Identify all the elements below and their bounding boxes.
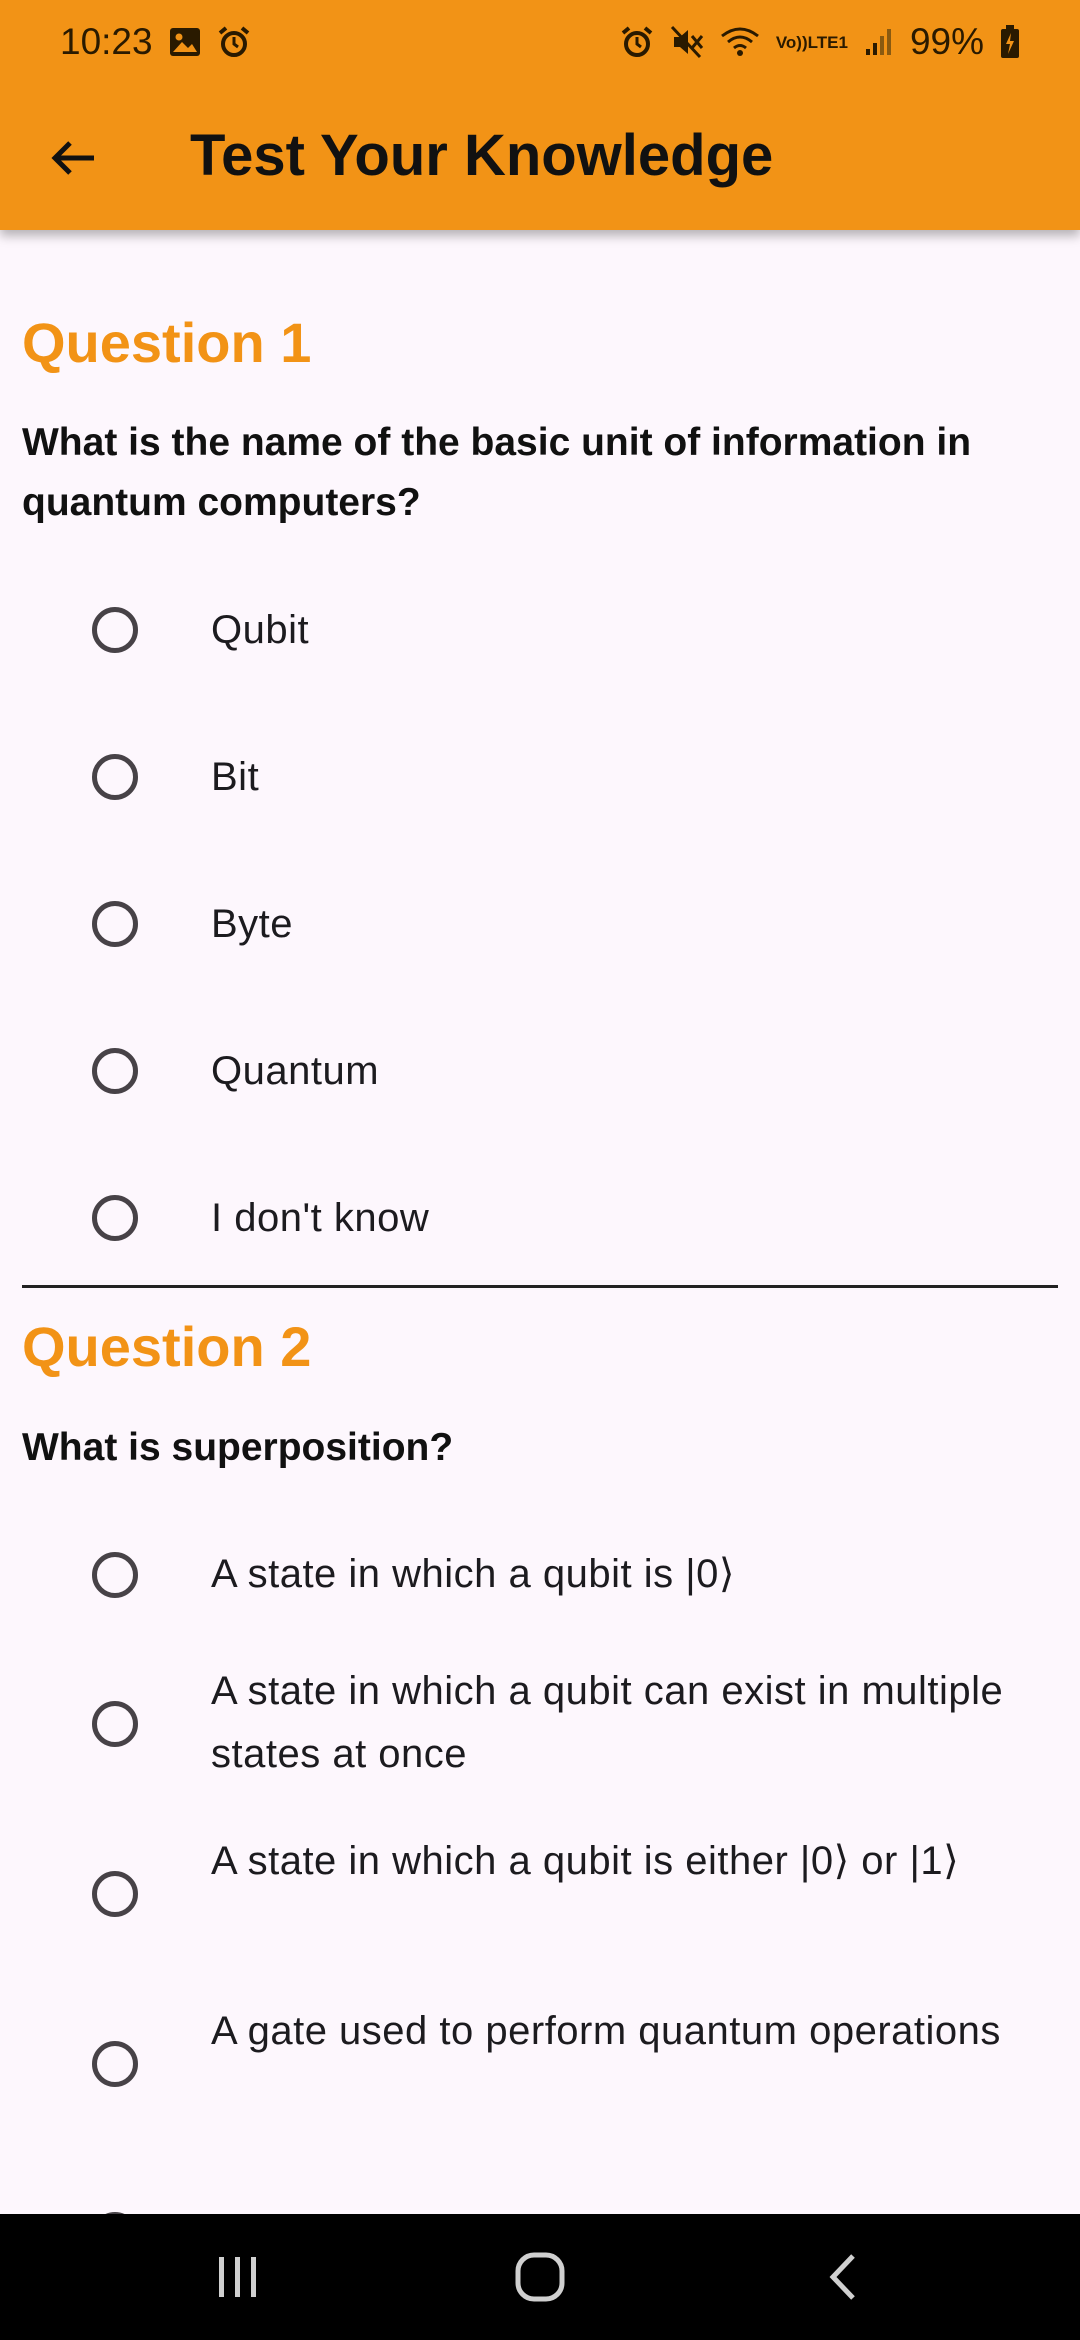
battery-percent: 99% bbox=[909, 21, 984, 62]
question-1-option-3[interactable]: Byte bbox=[0, 869, 1080, 979]
option-label: A state in which a qubit can exist in mu… bbox=[211, 1669, 1004, 1776]
radio-button[interactable] bbox=[92, 1701, 138, 1747]
radio-button[interactable] bbox=[92, 2041, 138, 2087]
radio-button[interactable] bbox=[92, 1195, 138, 1241]
gallery-icon bbox=[169, 27, 201, 57]
arrow-left-icon[interactable] bbox=[42, 126, 106, 190]
option-label: Qubit bbox=[211, 608, 310, 652]
radio-button[interactable] bbox=[92, 1552, 138, 1598]
app-screen: 10:23 Vo)) LTE1 99% Test Your Knowledge … bbox=[0, 0, 1080, 2340]
status-time: 10:23 bbox=[60, 21, 153, 62]
option-label: A state in which a qubit is either |0⟩ o… bbox=[211, 1839, 960, 1883]
question-2-option-2[interactable]: A state in which a qubit can exist in mu… bbox=[0, 1650, 1080, 1798]
question-2-heading: Question 2 bbox=[22, 1315, 312, 1378]
radio-button[interactable] bbox=[92, 607, 138, 653]
network-type-icon: Vo)) LTE1 bbox=[776, 34, 848, 51]
top-bar: 10:23 Vo)) LTE1 99% Test Your Knowledge bbox=[0, 0, 1080, 230]
mute-icon bbox=[670, 25, 704, 59]
radio-button[interactable] bbox=[92, 1871, 138, 1917]
network-bottom-label: LTE1 bbox=[807, 32, 848, 52]
question-2-option-4[interactable]: A gate used to perform quantum operation… bbox=[0, 1990, 1080, 2138]
option-label: A state in which a qubit is |0⟩ bbox=[211, 1552, 735, 1596]
page-title: Test Your Knowledge bbox=[190, 123, 774, 188]
network-top-label: Vo)) bbox=[775, 32, 808, 52]
radio-button[interactable] bbox=[92, 754, 138, 800]
question-1-option-5[interactable]: I don't know bbox=[0, 1163, 1080, 1273]
recents-icon[interactable] bbox=[203, 2244, 273, 2310]
question-1-option-4[interactable]: Quantum bbox=[0, 1016, 1080, 1126]
option-label: A gate used to perform quantum operation… bbox=[211, 2009, 1001, 2053]
signal-icon bbox=[864, 27, 894, 57]
radio-button[interactable] bbox=[92, 1048, 138, 1094]
home-icon[interactable] bbox=[505, 2244, 575, 2310]
alarm-set-icon bbox=[620, 25, 654, 59]
option-label: I don't know bbox=[211, 1196, 430, 1240]
quiz-content[interactable]: Question 1 What is the name of the basic… bbox=[0, 230, 1080, 2214]
divider bbox=[22, 1285, 1058, 1288]
question-2-option-1[interactable]: A state in which a qubit is |0⟩ bbox=[0, 1520, 1080, 1630]
option-label: Byte bbox=[211, 902, 294, 946]
question-2-text: What is superposition? bbox=[22, 1426, 454, 1469]
alarm-icon bbox=[217, 25, 251, 59]
status-left: 10:23 bbox=[60, 21, 251, 63]
question-1-heading: Question 1 bbox=[22, 311, 312, 374]
app-bar: Test Your Knowledge bbox=[0, 84, 1080, 230]
question-2-option-3[interactable]: A state in which a qubit is either |0⟩ o… bbox=[0, 1820, 1080, 1968]
status-right: Vo)) LTE1 99% bbox=[620, 21, 1020, 63]
status-bar: 10:23 Vo)) LTE1 99% bbox=[0, 0, 1080, 84]
nav-back-icon[interactable] bbox=[808, 2244, 878, 2310]
battery-charging-icon bbox=[1000, 25, 1020, 59]
question-1-text: What is the name of the basic unit of in… bbox=[22, 421, 972, 524]
question-1-option-2[interactable]: Bit bbox=[0, 722, 1080, 832]
question-1-option-1[interactable]: Qubit bbox=[0, 575, 1080, 685]
option-label: I don't know bbox=[211, 2204, 1041, 2214]
system-nav-bar bbox=[0, 2214, 1080, 2340]
option-label: Quantum bbox=[211, 1049, 380, 1093]
wifi-icon bbox=[720, 26, 760, 58]
question-2-option-5[interactable]: I don't know bbox=[0, 2180, 1080, 2214]
option-label: Bit bbox=[211, 755, 260, 799]
radio-button[interactable] bbox=[92, 901, 138, 947]
